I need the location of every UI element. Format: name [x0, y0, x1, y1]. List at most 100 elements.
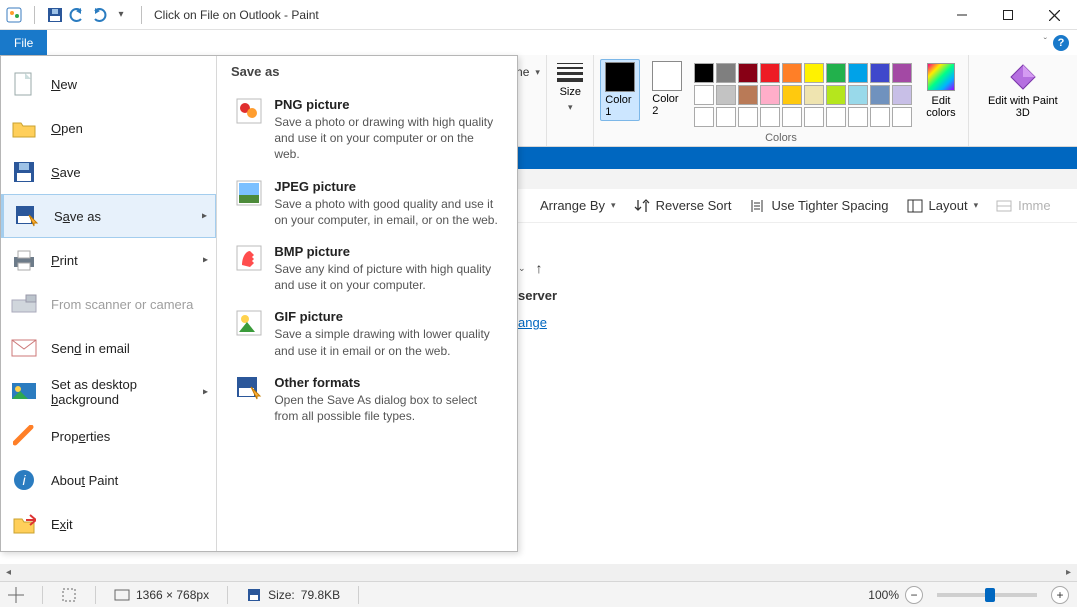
minimize-button[interactable]	[939, 0, 985, 30]
palette-swatch[interactable]	[760, 63, 780, 83]
app-icon	[6, 7, 22, 23]
submenu-arrow-icon: ▸	[202, 211, 207, 222]
color2-swatch	[652, 61, 682, 91]
saveas-title: BMP picture	[274, 244, 499, 259]
palette-swatch[interactable]	[804, 107, 824, 127]
arrange-by-button[interactable]: Arrange By▾	[540, 198, 616, 213]
palette-swatch[interactable]	[892, 85, 912, 105]
cursor-position	[0, 587, 32, 603]
saveas-item-gif-picture[interactable]: GIF pictureSave a simple drawing with lo…	[231, 301, 503, 366]
palette-swatch[interactable]	[738, 107, 758, 127]
file-tab[interactable]: File	[0, 30, 47, 55]
arrange-label: Arrange By	[540, 198, 605, 213]
palette-swatch[interactable]	[738, 63, 758, 83]
immersive-button[interactable]: Imme	[996, 198, 1051, 214]
palette-swatch[interactable]	[804, 85, 824, 105]
horizontal-scrollbar[interactable]: ◂ ▸	[0, 564, 1077, 581]
file-menu-icon	[11, 247, 37, 273]
palette-swatch[interactable]	[694, 63, 714, 83]
paint3d-group: Edit with Paint 3D	[969, 55, 1077, 146]
palette-swatch[interactable]	[892, 107, 912, 127]
palette-swatch[interactable]	[826, 107, 846, 127]
maximize-button[interactable]	[985, 0, 1031, 30]
saveas-title: PNG picture	[274, 97, 499, 112]
size-label: Size:	[268, 588, 295, 602]
arrow-up-icon: ↑	[536, 260, 543, 276]
palette-swatch[interactable]	[738, 85, 758, 105]
zoom-slider[interactable]	[937, 593, 1037, 597]
layout-button[interactable]: Layout▾	[907, 198, 979, 214]
dimensions-icon	[114, 587, 130, 603]
reverse-sort-button[interactable]: Reverse Sort	[634, 198, 732, 214]
palette-swatch[interactable]	[782, 107, 802, 127]
file-menu-item-exit[interactable]: Exit	[1, 502, 216, 546]
file-menu-item-save-as[interactable]: Save as▸	[1, 194, 216, 238]
palette-swatch[interactable]	[782, 85, 802, 105]
scroll-left-button[interactable]: ◂	[0, 564, 17, 581]
file-menu-label: Set as desktop background	[51, 377, 206, 407]
help-icon[interactable]: ?	[1053, 35, 1069, 51]
zoom-controls: 100% − +	[860, 586, 1077, 604]
palette-swatch[interactable]	[760, 107, 780, 127]
palette-swatch[interactable]	[870, 63, 890, 83]
saveas-item-png-picture[interactable]: PNG pictureSave a photo or drawing with …	[231, 89, 503, 171]
zoom-thumb[interactable]	[985, 588, 995, 602]
file-menu-icon	[11, 423, 37, 449]
palette-swatch[interactable]	[848, 85, 868, 105]
scroll-track[interactable]	[17, 564, 1060, 581]
file-menu-item-set-as-desktop-background[interactable]: Set as desktop background▸	[1, 370, 216, 414]
file-menu-item-send-in-email[interactable]: Send in email	[1, 326, 216, 370]
palette-swatch[interactable]	[694, 107, 714, 127]
scroll-right-button[interactable]: ▸	[1060, 564, 1077, 581]
palette-swatch[interactable]	[892, 63, 912, 83]
disk-icon	[246, 587, 262, 603]
palette-swatch[interactable]	[870, 85, 890, 105]
canvas-dimensions: 1366 × 768px	[106, 587, 217, 603]
saveas-item-jpeg-picture[interactable]: JPEG pictureSave a photo with good quali…	[231, 171, 503, 236]
redo-icon[interactable]	[91, 7, 107, 23]
palette-swatch[interactable]	[826, 85, 846, 105]
edit-colors-button[interactable]: Edit colors	[920, 59, 961, 123]
zoom-out-button[interactable]: −	[905, 586, 923, 604]
save-icon[interactable]	[47, 7, 63, 23]
palette-swatch[interactable]	[694, 85, 714, 105]
file-menu-label: Save	[51, 165, 81, 180]
tighter-spacing-button[interactable]: Use Tighter Spacing	[749, 198, 888, 214]
size-button[interactable]: Size ▾	[557, 59, 583, 113]
palette-swatch[interactable]	[782, 63, 802, 83]
file-menu-icon	[11, 335, 37, 361]
file-menu-item-properties[interactable]: Properties	[1, 414, 216, 458]
palette-swatch[interactable]	[804, 63, 824, 83]
saveas-item-bmp-picture[interactable]: BMP pictureSave any kind of picture with…	[231, 236, 503, 301]
saveas-desc: Save any kind of picture with high quali…	[274, 259, 499, 293]
close-button[interactable]	[1031, 0, 1077, 30]
undo-icon[interactable]	[69, 7, 85, 23]
palette-swatch[interactable]	[870, 107, 890, 127]
palette-swatch[interactable]	[716, 107, 736, 127]
zoom-in-button[interactable]: +	[1051, 586, 1069, 604]
file-menu-item-about-paint[interactable]: iAbout Paint	[1, 458, 216, 502]
palette-swatch[interactable]	[848, 107, 868, 127]
palette-swatch[interactable]	[848, 63, 868, 83]
palette-swatch[interactable]	[716, 85, 736, 105]
edit-3d-button[interactable]: Edit with Paint 3D	[979, 59, 1067, 123]
palette-swatch[interactable]	[826, 63, 846, 83]
palette-swatch[interactable]	[716, 63, 736, 83]
color1-button[interactable]: Color 1	[600, 59, 640, 121]
qat-customize-icon[interactable]: ▾	[113, 7, 129, 23]
file-menu-item-print[interactable]: Print▸	[1, 238, 216, 282]
file-menu-item-open[interactable]: Open	[1, 106, 216, 150]
change-link[interactable]: ange	[518, 315, 588, 330]
file-menu-label: From scanner or camera	[51, 297, 193, 312]
color2-button[interactable]: Color 2	[648, 59, 686, 119]
saveas-item-other-formats[interactable]: Other formatsOpen the Save As dialog box…	[231, 367, 503, 432]
file-menu-item-from-scanner-or-camera: From scanner or camera	[1, 282, 216, 326]
saveas-title: GIF picture	[274, 309, 499, 324]
file-menu-item-save[interactable]: Save	[1, 150, 216, 194]
saveas-desc: Save a simple drawing with lower quality…	[274, 324, 499, 358]
palette-swatch[interactable]	[760, 85, 780, 105]
file-menu-label: About Paint	[51, 473, 118, 488]
saveas-title: JPEG picture	[274, 179, 499, 194]
file-menu-item-new[interactable]: New	[1, 62, 216, 106]
collapse-ribbon-icon[interactable]: ˇ	[1044, 37, 1047, 48]
